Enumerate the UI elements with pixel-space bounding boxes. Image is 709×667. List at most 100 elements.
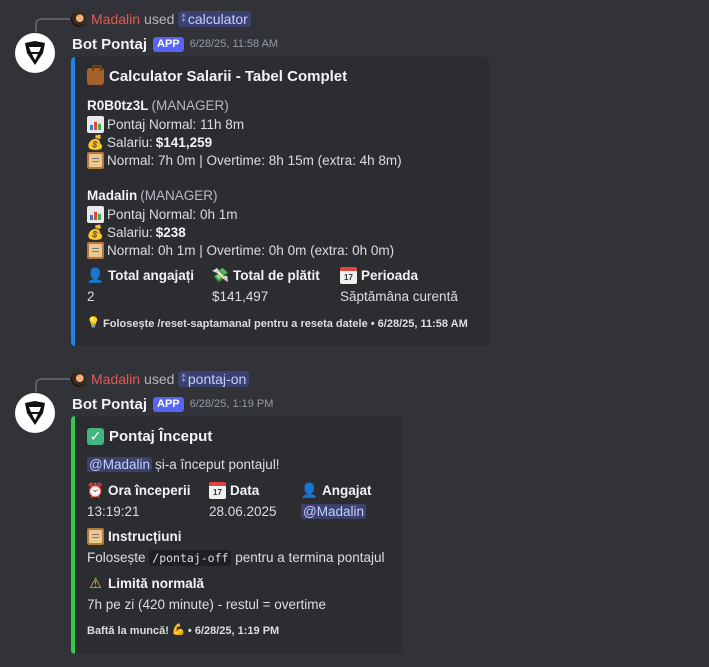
check-mark-icon: ✓ bbox=[87, 428, 104, 445]
breakdown-line: Normal: 7h 0m | Overtime: 8h 15m (extra:… bbox=[87, 152, 402, 169]
field-employee: 👤 Angajat bbox=[301, 482, 372, 499]
bot-name[interactable]: Bot Pontaj bbox=[72, 396, 147, 413]
command-name: pontaj-on bbox=[187, 371, 247, 387]
app-badge: APP bbox=[153, 396, 184, 412]
message-calculator: Madalin used ⁑ calculator Bot Pontaj APP… bbox=[0, 0, 709, 350]
message-timestamp[interactable]: 6/28/25, 11:58 AM bbox=[190, 38, 278, 50]
warning-icon: ⚠ bbox=[89, 575, 102, 591]
money-with-wings-icon: 💸 bbox=[211, 267, 230, 283]
employee-role: (MANAGER) bbox=[151, 98, 229, 113]
field-value: @Madalin bbox=[301, 504, 366, 519]
employee-name-line: Madalin (MANAGER) bbox=[87, 188, 218, 203]
bot-avatar[interactable] bbox=[15, 33, 55, 73]
salary-line: 💰 Salariu: $141,259 bbox=[87, 134, 212, 151]
clipboard-icon bbox=[87, 152, 104, 169]
description-text: și-a început pontajul! bbox=[154, 457, 280, 472]
field-name-text: Data bbox=[230, 483, 260, 498]
breakdown-text: Normal: 7h 0m | Overtime: 8h 15m (extra:… bbox=[107, 153, 402, 168]
app-badge: APP bbox=[153, 36, 184, 52]
field-start-time: ⏰ Ora începerii bbox=[87, 482, 191, 499]
briefcase-icon bbox=[87, 65, 104, 85]
pontaj-text: Pontaj Normal: 11h 8m bbox=[107, 117, 245, 132]
field-name-text: Total angajați bbox=[108, 268, 195, 283]
salary-line: 💰 Salariu: $238 bbox=[87, 224, 186, 241]
instructions-value: Folosește /pontaj-off pentru a termina p… bbox=[87, 550, 385, 566]
bot-name[interactable]: Bot Pontaj bbox=[72, 36, 147, 53]
command-icon: ⁑ bbox=[181, 13, 185, 24]
field-date: 17 Data bbox=[209, 482, 259, 499]
command-reply-context[interactable]: Madalin used ⁑ calculator bbox=[71, 10, 251, 28]
flexed-biceps-icon: 💪 bbox=[171, 624, 186, 636]
field-limit: ⚠ Limită normală bbox=[87, 575, 204, 592]
clipboard-icon bbox=[87, 528, 104, 545]
used-label: used bbox=[144, 371, 175, 387]
bot-avatar[interactable] bbox=[15, 393, 55, 433]
bar-chart-icon bbox=[87, 206, 104, 223]
message-pontaj-on: Madalin used ⁑ pontaj-on Bot Pontaj APP … bbox=[0, 360, 709, 660]
pontaj-embed: ✓ Pontaj Început @Madalin și-a început p… bbox=[71, 416, 402, 654]
salary-label: Salariu: bbox=[107, 225, 153, 240]
field-value: 28.06.2025 bbox=[209, 504, 277, 519]
instructions-post: pentru a termina pontajul bbox=[231, 550, 385, 565]
reply-connector bbox=[35, 18, 70, 32]
embed-footer: 💡 Folosește /reset-saptamanal pentru a r… bbox=[87, 315, 468, 332]
reply-username[interactable]: Madalin bbox=[91, 371, 140, 387]
salary-value: $238 bbox=[155, 225, 186, 240]
footer-time: • 6/28/25, 1:19 PM bbox=[187, 624, 280, 637]
alarm-clock-icon: ⏰ bbox=[86, 482, 105, 498]
user-mention[interactable]: @Madalin bbox=[87, 457, 152, 472]
message-header: Bot Pontaj APP 6/28/25, 11:58 AM bbox=[72, 34, 278, 54]
field-name-text: Instrucțiuni bbox=[108, 529, 182, 544]
field-total-pay: 💸 Total de plătit bbox=[212, 267, 320, 284]
command-name: calculator bbox=[187, 11, 248, 27]
field-name-text: Perioada bbox=[361, 268, 419, 283]
field-value: 13:19:21 bbox=[87, 504, 140, 519]
user-mini-avatar[interactable] bbox=[71, 371, 87, 387]
embed-footer: Baftă la muncă! 💪 • 6/28/25, 1:19 PM bbox=[87, 622, 279, 639]
pontaj-line: Pontaj Normal: 11h 8m bbox=[87, 116, 244, 133]
field-name-text: Limită normală bbox=[108, 576, 205, 591]
slash-command-chip[interactable]: ⁑ pontaj-on bbox=[178, 371, 250, 387]
user-icon: 👤 bbox=[86, 267, 105, 283]
command-reply-context[interactable]: Madalin used ⁑ pontaj-on bbox=[71, 370, 250, 388]
field-value: Săptămâna curentă bbox=[340, 289, 458, 304]
money-bag-icon: 💰 bbox=[86, 134, 105, 150]
breakdown-text: Normal: 0h 1m | Overtime: 0h 0m (extra: … bbox=[107, 243, 395, 258]
pontaj-text: Pontaj Normal: 0h 1m bbox=[107, 207, 238, 222]
salary-label: Salariu: bbox=[107, 135, 153, 150]
field-name-text: Total de plătit bbox=[233, 268, 320, 283]
embed-title: Calculator Salarii - Tabel Complet bbox=[87, 65, 348, 85]
field-period: 17 Perioada bbox=[340, 267, 418, 284]
pontaj-line: Pontaj Normal: 0h 1m bbox=[87, 206, 238, 223]
field-instructions: Instrucțiuni bbox=[87, 528, 182, 545]
embed-description: @Madalin și-a început pontajul! bbox=[87, 457, 280, 472]
salary-value: $141,259 bbox=[155, 135, 213, 150]
user-icon: 👤 bbox=[300, 482, 319, 498]
message-timestamp[interactable]: 6/28/25, 1:19 PM bbox=[190, 398, 274, 410]
embed-title-text: Pontaj Început bbox=[109, 428, 213, 445]
footer-text: Baftă la muncă! bbox=[87, 624, 169, 637]
field-value: 7h pe zi (420 minute) - restul = overtim… bbox=[87, 597, 326, 612]
employee-name: Madalin bbox=[87, 188, 138, 203]
field-total-employees: 👤 Total angajați bbox=[87, 267, 194, 284]
inline-code: /pontaj-off bbox=[149, 550, 232, 566]
employee-name-line: R0B0tz3L (MANAGER) bbox=[87, 98, 229, 113]
bot-logo-icon bbox=[25, 401, 45, 425]
message-header: Bot Pontaj APP 6/28/25, 1:19 PM bbox=[72, 394, 273, 414]
calculator-embed: Calculator Salarii - Tabel Complet R0B0t… bbox=[71, 57, 489, 346]
user-mention[interactable]: @Madalin bbox=[301, 504, 366, 519]
user-mini-avatar[interactable] bbox=[71, 11, 87, 27]
calendar-icon: 17 bbox=[209, 482, 226, 499]
reply-connector bbox=[35, 378, 70, 392]
slash-command-chip[interactable]: ⁑ calculator bbox=[178, 11, 251, 27]
footer-text: Folosește /reset-saptamanal pentru a res… bbox=[103, 317, 468, 330]
embed-title-text: Calculator Salarii - Tabel Complet bbox=[109, 68, 348, 85]
employee-role: (MANAGER) bbox=[140, 188, 218, 203]
used-label: used bbox=[144, 11, 175, 27]
breakdown-line: Normal: 0h 1m | Overtime: 0h 0m (extra: … bbox=[87, 242, 394, 259]
lightbulb-icon: 💡 bbox=[86, 317, 101, 329]
bar-chart-icon bbox=[87, 116, 104, 133]
calendar-icon: 17 bbox=[340, 267, 357, 284]
command-icon: ⁑ bbox=[181, 373, 185, 384]
reply-username[interactable]: Madalin bbox=[91, 11, 140, 27]
